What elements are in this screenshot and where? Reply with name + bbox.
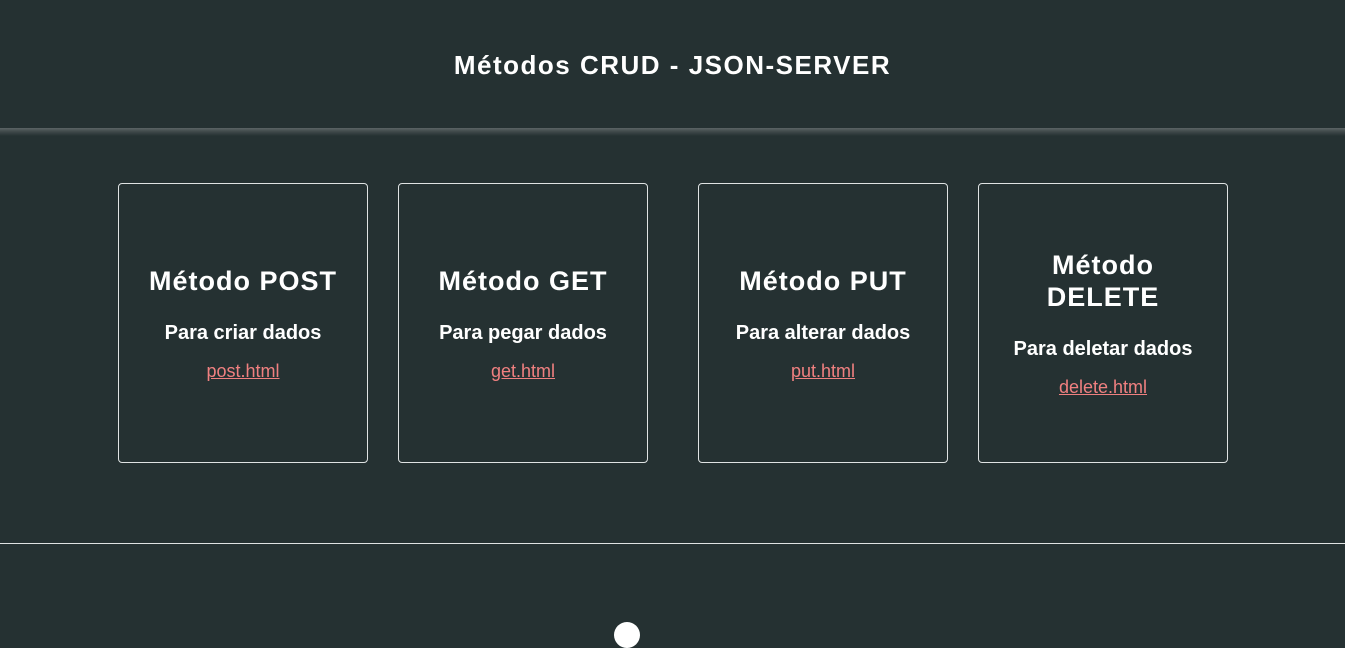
circle-icon bbox=[614, 622, 640, 648]
post-link[interactable]: post.html bbox=[206, 361, 279, 381]
card-put: Método PUT Para alterar dados put.html bbox=[698, 183, 948, 463]
put-link[interactable]: put.html bbox=[791, 361, 855, 381]
card-post: Método POST Para criar dados post.html bbox=[118, 183, 368, 463]
page-header: Métodos CRUD - JSON-SERVER bbox=[0, 0, 1345, 128]
methods-card-list: Método POST Para criar dados post.html M… bbox=[0, 183, 1345, 463]
card-description-delete: Para deletar dados bbox=[1013, 338, 1193, 360]
card-description-put: Para alterar dados bbox=[735, 322, 911, 344]
card-delete: Método DELETE Para deletar dados delete.… bbox=[978, 183, 1228, 463]
delete-link[interactable]: delete.html bbox=[1059, 377, 1147, 397]
card-description-post: Para criar dados bbox=[164, 322, 322, 344]
header-shadow-divider bbox=[0, 128, 1345, 136]
card-title-put: Método PUT bbox=[739, 266, 907, 296]
card-title-post: Método POST bbox=[149, 266, 337, 296]
card-title-get: Método GET bbox=[438, 266, 608, 296]
footer-divider bbox=[0, 543, 1345, 544]
card-description-get: Para pegar dados bbox=[439, 322, 607, 344]
card-get: Método GET Para pegar dados get.html bbox=[398, 183, 648, 463]
page-title: Métodos CRUD - JSON-SERVER bbox=[453, 50, 892, 80]
get-link[interactable]: get.html bbox=[491, 361, 555, 381]
card-title-delete: Método DELETE bbox=[1046, 250, 1160, 312]
